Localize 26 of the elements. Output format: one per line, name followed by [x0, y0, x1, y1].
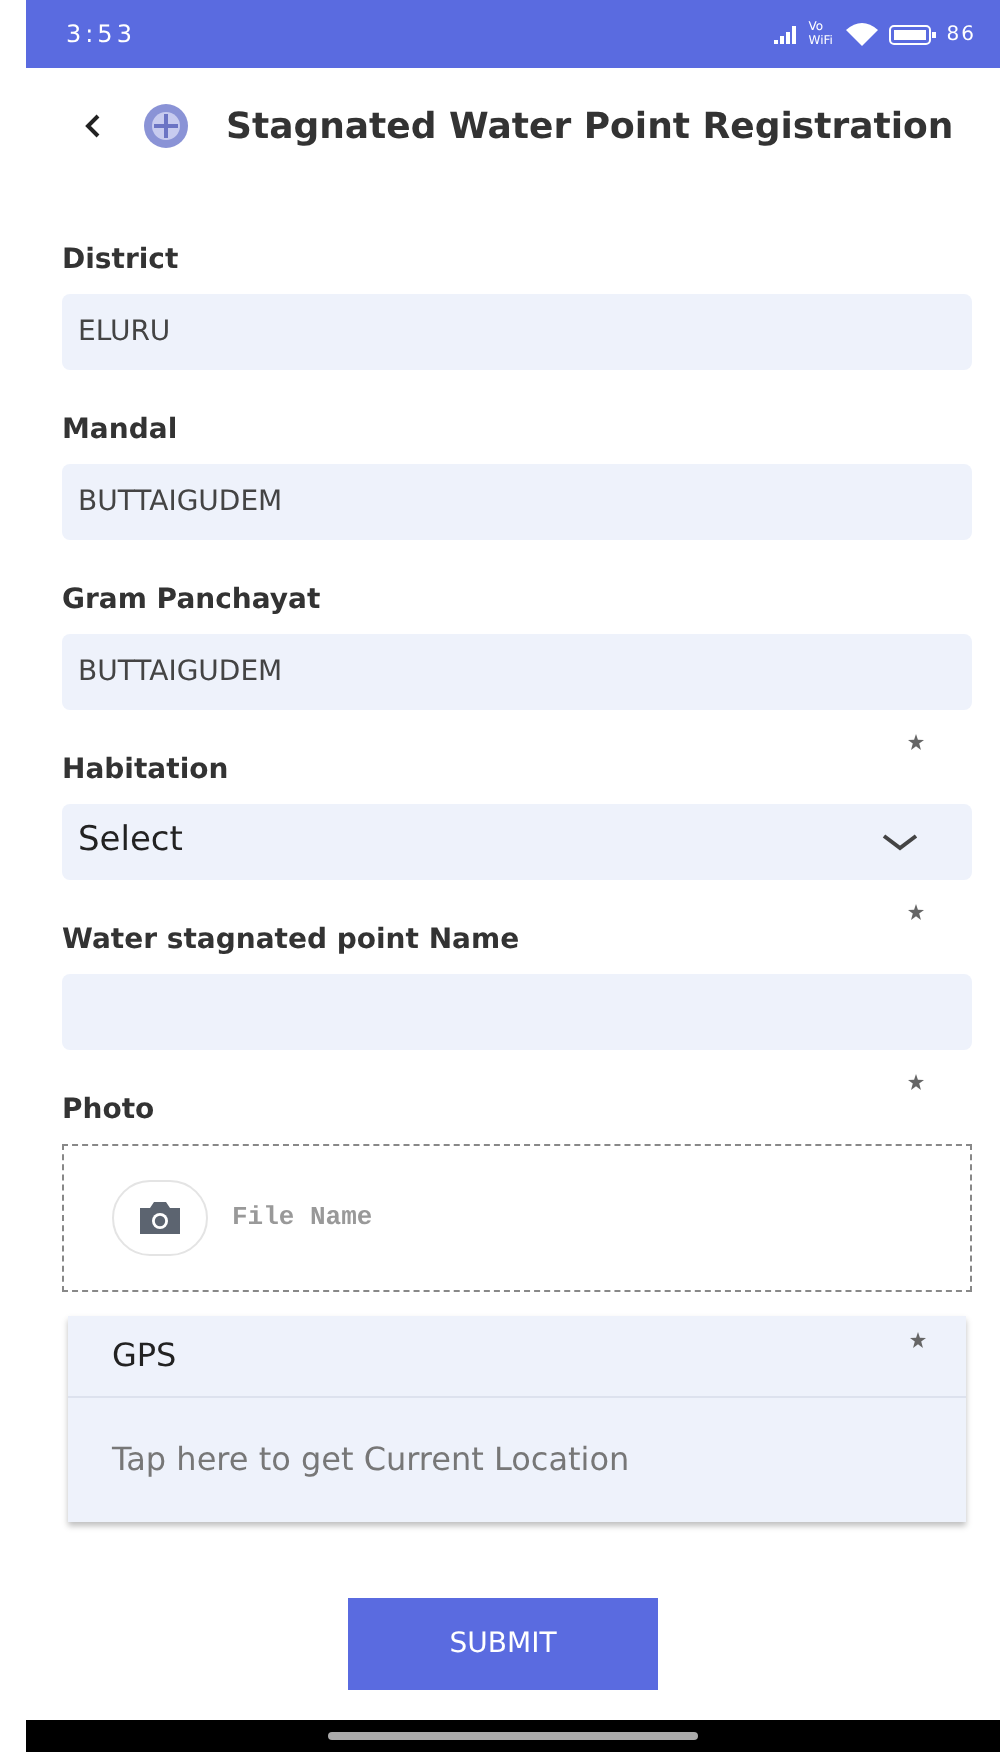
- field-label: Habitation: [62, 752, 229, 790]
- submit-button[interactable]: SUBMIT: [348, 1598, 658, 1690]
- text-field[interactable]: BUTTAIGUDEM: [62, 634, 972, 710]
- field-label: Photo: [62, 1092, 155, 1130]
- back-icon: [84, 114, 100, 138]
- page-title: Stagnated Water Point Registration: [226, 103, 954, 151]
- field-label: Water stagnated point Name: [62, 922, 520, 960]
- signal-icon: [774, 25, 799, 43]
- habitation-dropdown[interactable]: Select: [62, 804, 972, 880]
- gps-card[interactable]: GPS Tap here to get Current Location: [68, 1316, 966, 1522]
- camera-icon: [136, 1200, 184, 1236]
- field-label: Mandal: [62, 412, 178, 450]
- wifi-icon: [846, 22, 879, 46]
- text-field[interactable]: ELURU: [62, 294, 972, 370]
- camera-button[interactable]: [112, 1180, 208, 1256]
- field-label: Gram Panchayat: [62, 582, 321, 620]
- battery-icon: [888, 23, 937, 45]
- logo-icon: [142, 102, 190, 150]
- gps-label: GPS: [112, 1334, 177, 1378]
- status-time: 3:53: [66, 18, 136, 52]
- field-label: District: [62, 242, 179, 280]
- text-field[interactable]: BUTTAIGUDEM: [62, 464, 972, 540]
- battery-level: 86: [946, 21, 976, 49]
- chevron-down-icon: [880, 832, 920, 852]
- location-hint: Tap here to get Current Location: [112, 1440, 630, 1478]
- file-name-text: File Name: [232, 1200, 373, 1237]
